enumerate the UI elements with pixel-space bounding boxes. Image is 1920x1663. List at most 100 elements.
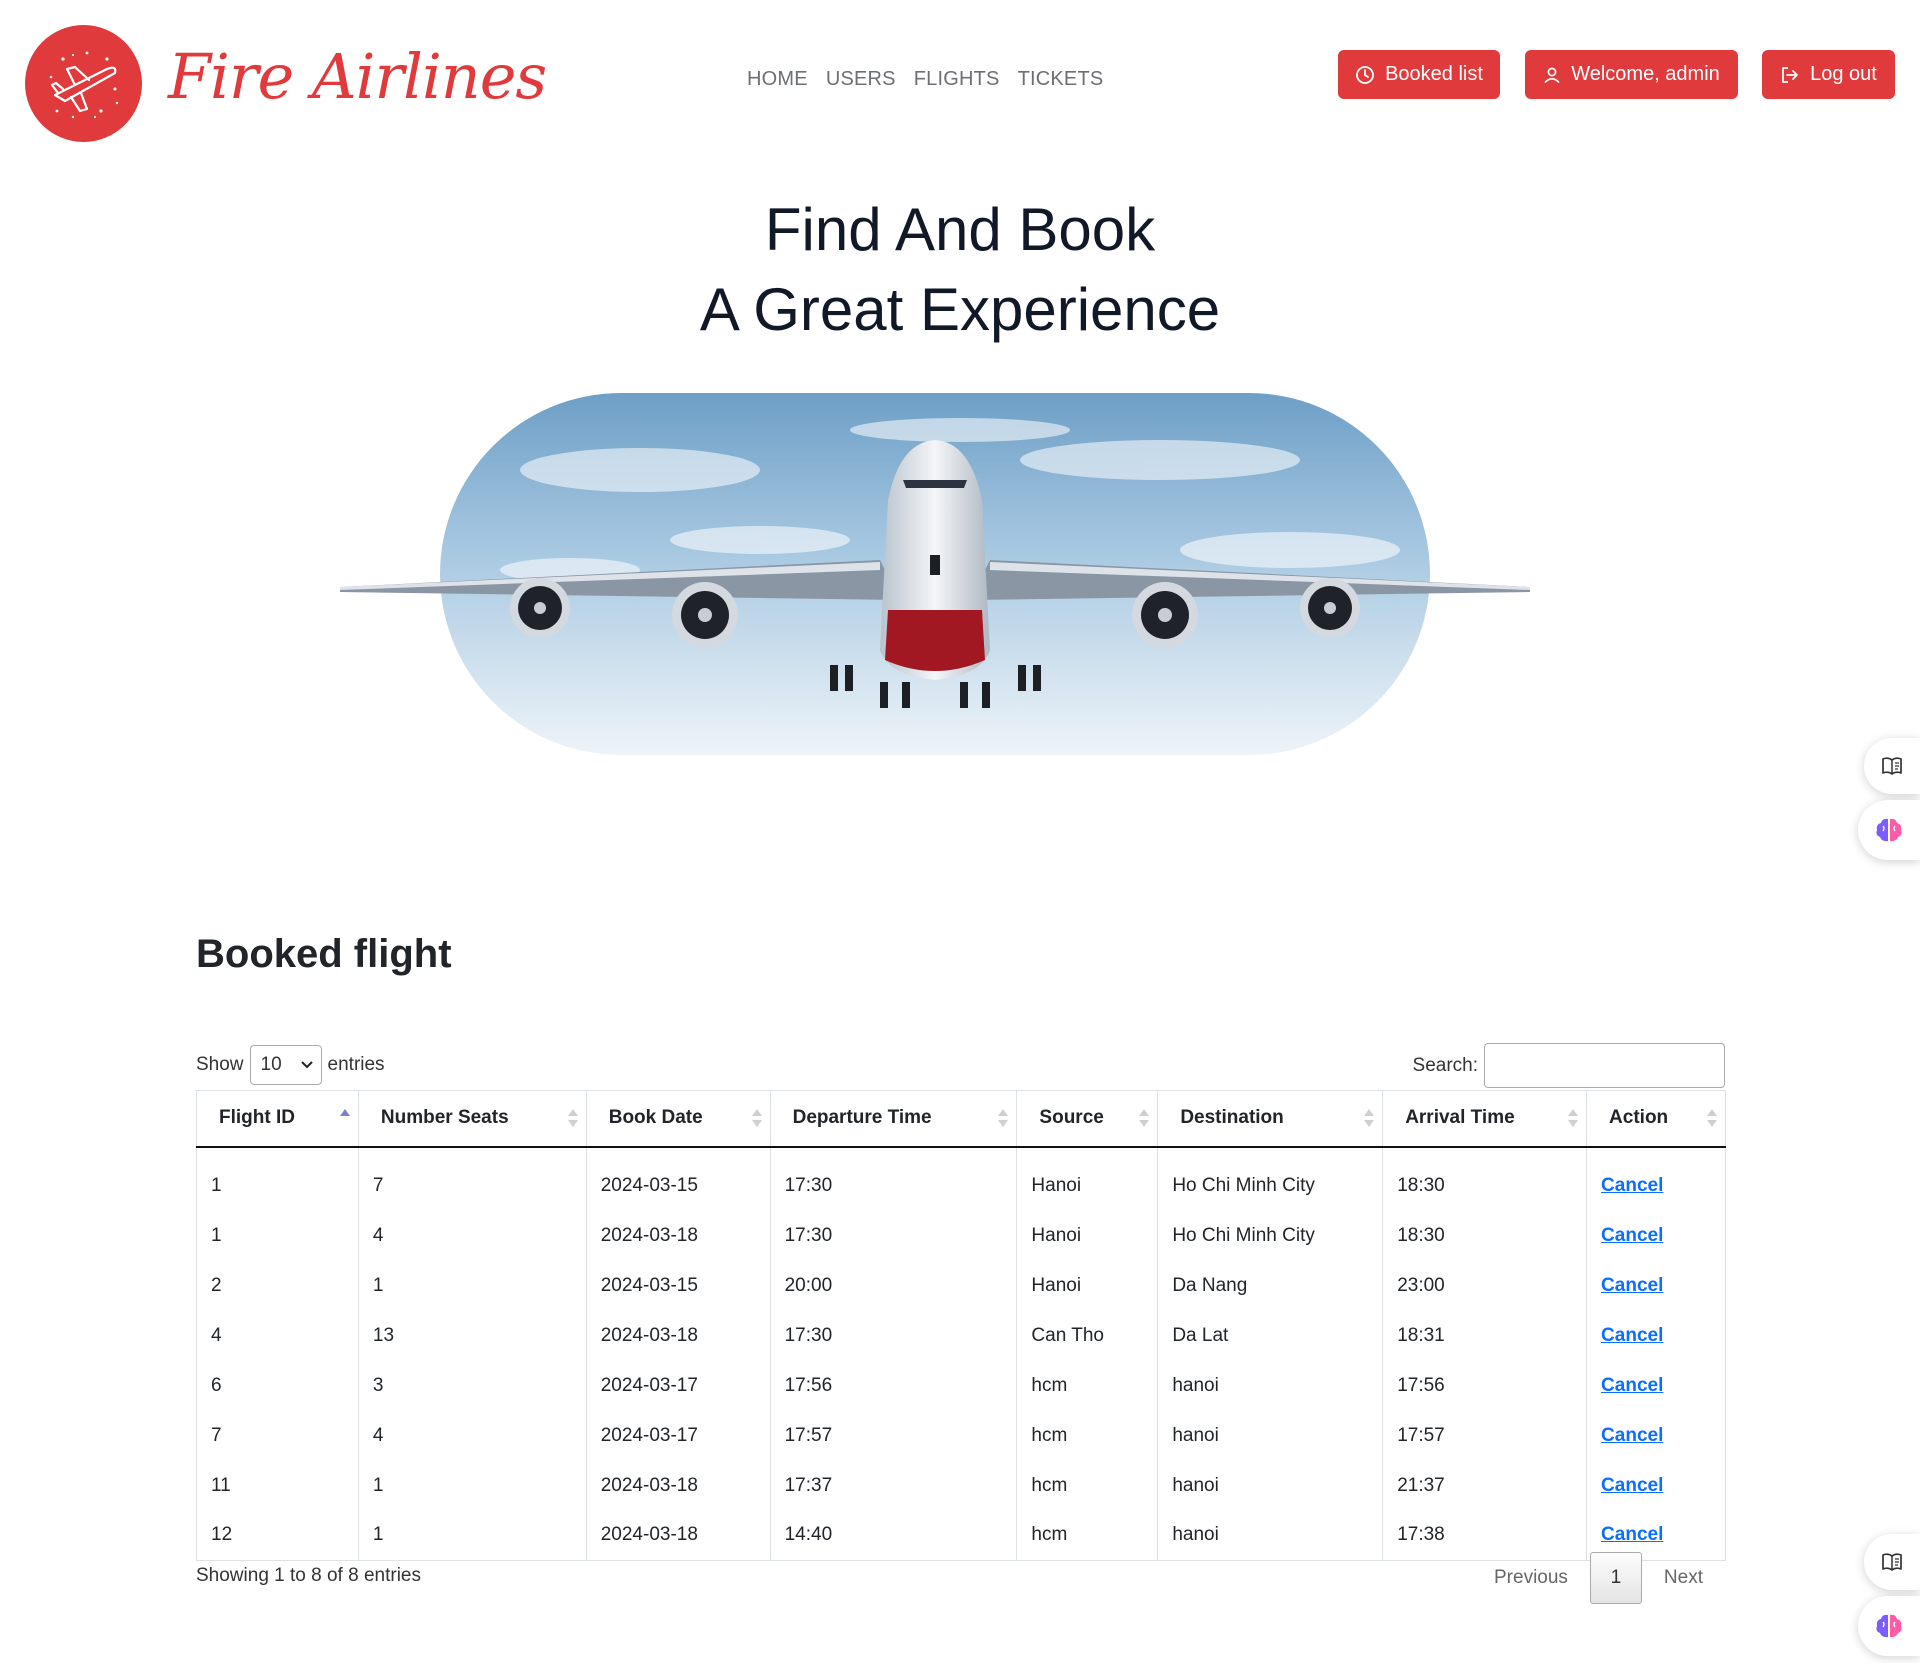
col-action[interactable]: Action xyxy=(1586,1090,1726,1148)
cell-value: 17:56 xyxy=(1397,1374,1445,1396)
table-cell: 23:00 xyxy=(1382,1260,1588,1311)
book-open-icon xyxy=(1882,757,1902,775)
table-cell: 2024-03-18 xyxy=(586,1510,771,1561)
cell-value: 2024-03-17 xyxy=(600,1424,698,1446)
cell-value: 12 xyxy=(211,1524,233,1546)
current-page-button[interactable]: 1 xyxy=(1589,1552,1642,1604)
table-cell: hcm xyxy=(1016,1510,1159,1561)
col-arrival-time[interactable]: Arrival Time xyxy=(1382,1090,1588,1148)
col-flight-id[interactable]: Flight ID xyxy=(196,1090,359,1148)
pagination: Previous 1 Next xyxy=(1472,1552,1725,1604)
cancel-booking-link[interactable]: Cancel xyxy=(1601,1225,1663,1246)
cell-value: Da Lat xyxy=(1172,1324,1229,1346)
nav-tickets[interactable]: TICKETS xyxy=(1018,68,1104,91)
table-row: 6 3 2024-03-17 17:56 hcm hanoi 17:56 Cancel xyxy=(196,1360,1726,1411)
page-size-select[interactable]: 10 xyxy=(249,1045,322,1085)
cell-value: 21:37 xyxy=(1397,1474,1445,1496)
table-cell: 17:30 xyxy=(770,1210,1018,1261)
nav-users[interactable]: USERS xyxy=(826,68,896,91)
table-cell: 1 xyxy=(196,1146,359,1211)
table-cell: hcm xyxy=(1016,1410,1159,1461)
table-cell: Ho Chi Minh City xyxy=(1157,1146,1384,1211)
table-row: 4 13 2024-03-18 17:30 Can Tho Da Lat 18:31 Canc… xyxy=(196,1310,1726,1361)
cell-value: 23:00 xyxy=(1397,1274,1445,1296)
table-info: Showing 1 to 8 of 8 entries xyxy=(196,1565,421,1586)
chevron-down-icon xyxy=(300,1061,313,1069)
table-cell: 21:37 xyxy=(1382,1460,1588,1511)
nav-flights[interactable]: FLIGHTS xyxy=(914,68,1000,91)
cell-value: 4 xyxy=(211,1324,222,1346)
sort-asc-icon xyxy=(339,1109,350,1127)
cancel-booking-link[interactable]: Cancel xyxy=(1601,1375,1663,1396)
cell-value: 17:38 xyxy=(1397,1524,1445,1546)
table-cell: 18:30 xyxy=(1382,1146,1588,1211)
side-reader-button[interactable] xyxy=(1864,738,1920,794)
site-header: Fire Airlines HOME USERS FLIGHTS TICKETS… xyxy=(0,0,1920,165)
next-page-button[interactable]: Next xyxy=(1642,1552,1725,1604)
cell-value: hanoi xyxy=(1172,1424,1219,1446)
table-cell: 4 xyxy=(196,1310,359,1361)
table-cell: 17:30 xyxy=(770,1146,1018,1211)
table-cell: hanoi xyxy=(1157,1360,1384,1411)
table-cell: Cancel xyxy=(1587,1411,1726,1461)
welcome-user-button[interactable]: Welcome, admin xyxy=(1525,50,1738,99)
col-source[interactable]: Source xyxy=(1016,1090,1159,1148)
col-destination[interactable]: Destination xyxy=(1157,1090,1384,1148)
cancel-booking-link[interactable]: Cancel xyxy=(1601,1275,1663,1296)
welcome-label: Welcome, admin xyxy=(1571,63,1720,85)
table-cell: Cancel xyxy=(1587,1461,1726,1511)
cell-value: hcm xyxy=(1031,1524,1068,1546)
cancel-booking-link[interactable]: Cancel xyxy=(1601,1325,1663,1346)
cancel-booking-link[interactable]: Cancel xyxy=(1601,1425,1663,1446)
cell-value: hcm xyxy=(1031,1374,1068,1396)
table-cell: 1 xyxy=(358,1460,587,1511)
sort-icon xyxy=(567,1109,578,1128)
side-ai-button-bottom[interactable] xyxy=(1858,1596,1920,1656)
table-cell: Da Lat xyxy=(1157,1310,1384,1361)
clock-icon xyxy=(1356,65,1374,84)
col-number-seats[interactable]: Number Seats xyxy=(358,1090,587,1148)
cell-value: 1 xyxy=(211,1175,222,1196)
table-cell: 2024-03-18 xyxy=(586,1310,771,1361)
cell-value: 2024-03-18 xyxy=(600,1224,698,1246)
cancel-booking-link[interactable]: Cancel xyxy=(1601,1475,1663,1496)
table-cell: Hanoi xyxy=(1016,1260,1159,1311)
previous-page-button[interactable]: Previous xyxy=(1472,1552,1590,1604)
table-cell: hanoi xyxy=(1157,1410,1384,1461)
col-departure-time[interactable]: Departure Time xyxy=(770,1090,1018,1148)
section-title: Booked flight xyxy=(196,932,452,976)
nav-home[interactable]: HOME xyxy=(747,68,808,91)
table-cell: 17:56 xyxy=(770,1360,1018,1411)
side-reader-button-bottom[interactable] xyxy=(1864,1534,1920,1590)
cell-value: 17:30 xyxy=(784,1175,833,1196)
search-input[interactable] xyxy=(1484,1043,1725,1088)
cell-value: 2024-03-18 xyxy=(600,1524,698,1546)
brand-name[interactable]: Fire Airlines xyxy=(168,40,547,113)
cell-value: 2024-03-18 xyxy=(600,1324,698,1346)
search-control: Search: xyxy=(1413,1043,1725,1088)
table-cell: Cancel xyxy=(1587,1361,1726,1411)
cancel-booking-link[interactable]: Cancel xyxy=(1601,1524,1663,1545)
cell-value: 18:30 xyxy=(1397,1224,1445,1246)
logout-label: Log out xyxy=(1810,63,1877,85)
sort-icon xyxy=(751,1109,762,1128)
col-book-date[interactable]: Book Date xyxy=(586,1090,771,1148)
cell-value: 6 xyxy=(211,1374,222,1396)
side-ai-button[interactable] xyxy=(1858,800,1920,860)
table-header-row: Flight ID Number Seats Book Date Departu… xyxy=(196,1090,1726,1148)
table-cell: 12 xyxy=(196,1510,359,1561)
logout-icon xyxy=(1782,66,1799,83)
cell-value: 17:56 xyxy=(784,1374,833,1396)
booked-list-button[interactable]: Booked list xyxy=(1338,50,1500,99)
airplane-logo-icon[interactable] xyxy=(25,25,142,142)
cell-value: 17:37 xyxy=(784,1474,833,1496)
table-cell: 18:31 xyxy=(1382,1310,1588,1361)
logout-button[interactable]: Log out xyxy=(1762,50,1895,99)
search-label: Search: xyxy=(1412,1054,1478,1076)
table-cell: hanoi xyxy=(1157,1460,1384,1511)
table-cell: 14:40 xyxy=(770,1510,1018,1561)
table-cell: 2024-03-18 xyxy=(586,1460,771,1511)
cancel-booking-link[interactable]: Cancel xyxy=(1601,1175,1663,1196)
cell-value: 2 xyxy=(211,1274,222,1296)
table-row: 2 1 2024-03-15 20:00 Hanoi Da Nang 23:00 Cancel xyxy=(196,1260,1726,1311)
